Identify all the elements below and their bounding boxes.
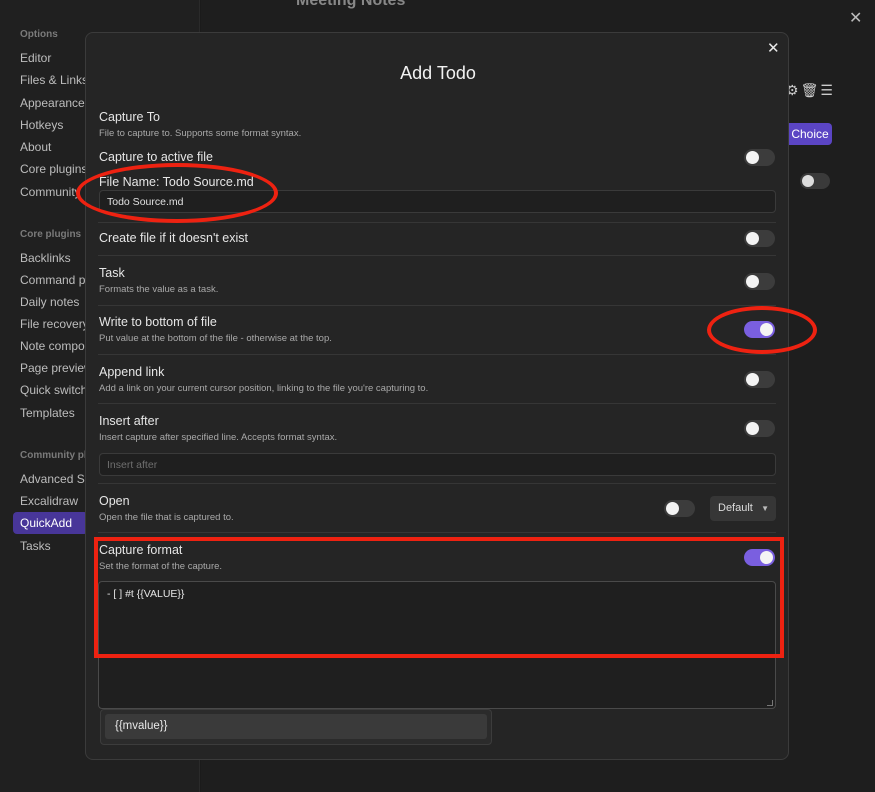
capture-active-toggle[interactable] [744,149,775,166]
append-link-label: Append link [99,365,165,379]
capture-to-label: Capture To [99,110,160,124]
trash-icon[interactable]: 🗑 [801,82,821,98]
sidebar-item-tasks[interactable]: Tasks [20,539,51,553]
sidebar-item-quick-switcher[interactable]: Quick switch [20,383,87,397]
sidebar-item-command-palette[interactable]: Command pa [20,273,92,287]
sidebar-heading-community: Community pl [20,450,87,461]
sidebar-item-backlinks[interactable]: Backlinks [20,251,71,265]
sidebar-item-editor[interactable]: Editor [20,51,51,65]
open-desc: Open the file that is captured to. [99,512,234,523]
insert-after-desc: Insert capture after specified line. Acc… [99,432,338,443]
menu-icon[interactable]: ☰ [820,82,835,98]
append-link-desc: Add a link on your current cursor positi… [99,383,429,394]
divider [98,483,776,484]
annotation-ellipse-write-bottom [707,306,817,354]
open-mode-value: Default [718,502,753,514]
sidebar-item-hotkeys[interactable]: Hotkeys [20,118,63,132]
capture-active-label: Capture to active file [99,150,213,164]
divider [98,354,776,355]
insert-after-label: Insert after [99,414,159,428]
write-bottom-label: Write to bottom of file [99,315,217,329]
open-mode-select[interactable]: Default ▼ [710,496,776,521]
sidebar-item-about[interactable]: About [20,140,51,154]
add-choice-button[interactable]: Choice [782,123,832,145]
write-bottom-desc: Put value at the bottom of the file - ot… [99,333,332,344]
sidebar-item-advanced-slides[interactable]: Advanced Sli [20,472,90,486]
settings-close-icon[interactable]: ✕ [849,8,862,28]
task-toggle[interactable] [744,273,775,290]
task-desc: Formats the value as a task. [99,284,219,295]
sidebar-item-file-recovery[interactable]: File recovery [20,317,89,331]
create-file-label: Create file if it doesn't exist [99,231,248,245]
divider [98,255,776,256]
sidebar-heading-core: Core plugins [20,229,82,240]
sidebar-item-appearance[interactable]: Appearance [20,96,85,110]
resize-handle[interactable] [767,700,773,706]
divider [98,403,776,404]
background-title: Meeting Notes [296,0,406,9]
background-toggle[interactable] [800,173,830,189]
sidebar-item-quickadd[interactable]: QuickAdd [13,512,88,534]
annotation-rect-capture-format [94,537,784,658]
annotation-ellipse-file-name [76,163,278,223]
sidebar-item-templates[interactable]: Templates [20,406,75,420]
suggestion-item[interactable]: {{mvalue}} [105,714,487,739]
sidebar-item-excalidraw[interactable]: Excalidraw [20,494,78,508]
sidebar-item-note-composer[interactable]: Note compos [20,339,91,353]
sidebar-item-page-preview[interactable]: Page preview [20,361,93,375]
insert-after-input[interactable]: Insert after [99,453,776,476]
modal-title: Add Todo [400,63,476,83]
create-file-toggle[interactable] [744,230,775,247]
divider [98,305,776,306]
sidebar-item-daily-notes[interactable]: Daily notes [20,295,79,309]
suggestion-popup: {{mvalue}} [100,709,492,745]
sidebar-heading-options: Options [20,29,58,40]
append-link-toggle[interactable] [744,371,775,388]
capture-to-desc: File to capture to. Supports some format… [99,128,302,139]
insert-after-toggle[interactable] [744,420,775,437]
close-icon[interactable]: ✕ [767,39,780,57]
task-label: Task [99,266,125,280]
choice-actions: ⚙🗑☰ [786,82,835,99]
sidebar-item-files-links[interactable]: Files & Links [20,73,88,87]
open-label: Open [99,494,130,508]
chevron-down-icon: ▼ [761,504,769,513]
sidebar-item-core-plugins[interactable]: Core plugins [20,162,87,176]
open-toggle[interactable] [664,500,695,517]
sidebar-item-community[interactable]: Community [20,185,81,199]
divider [98,532,776,533]
